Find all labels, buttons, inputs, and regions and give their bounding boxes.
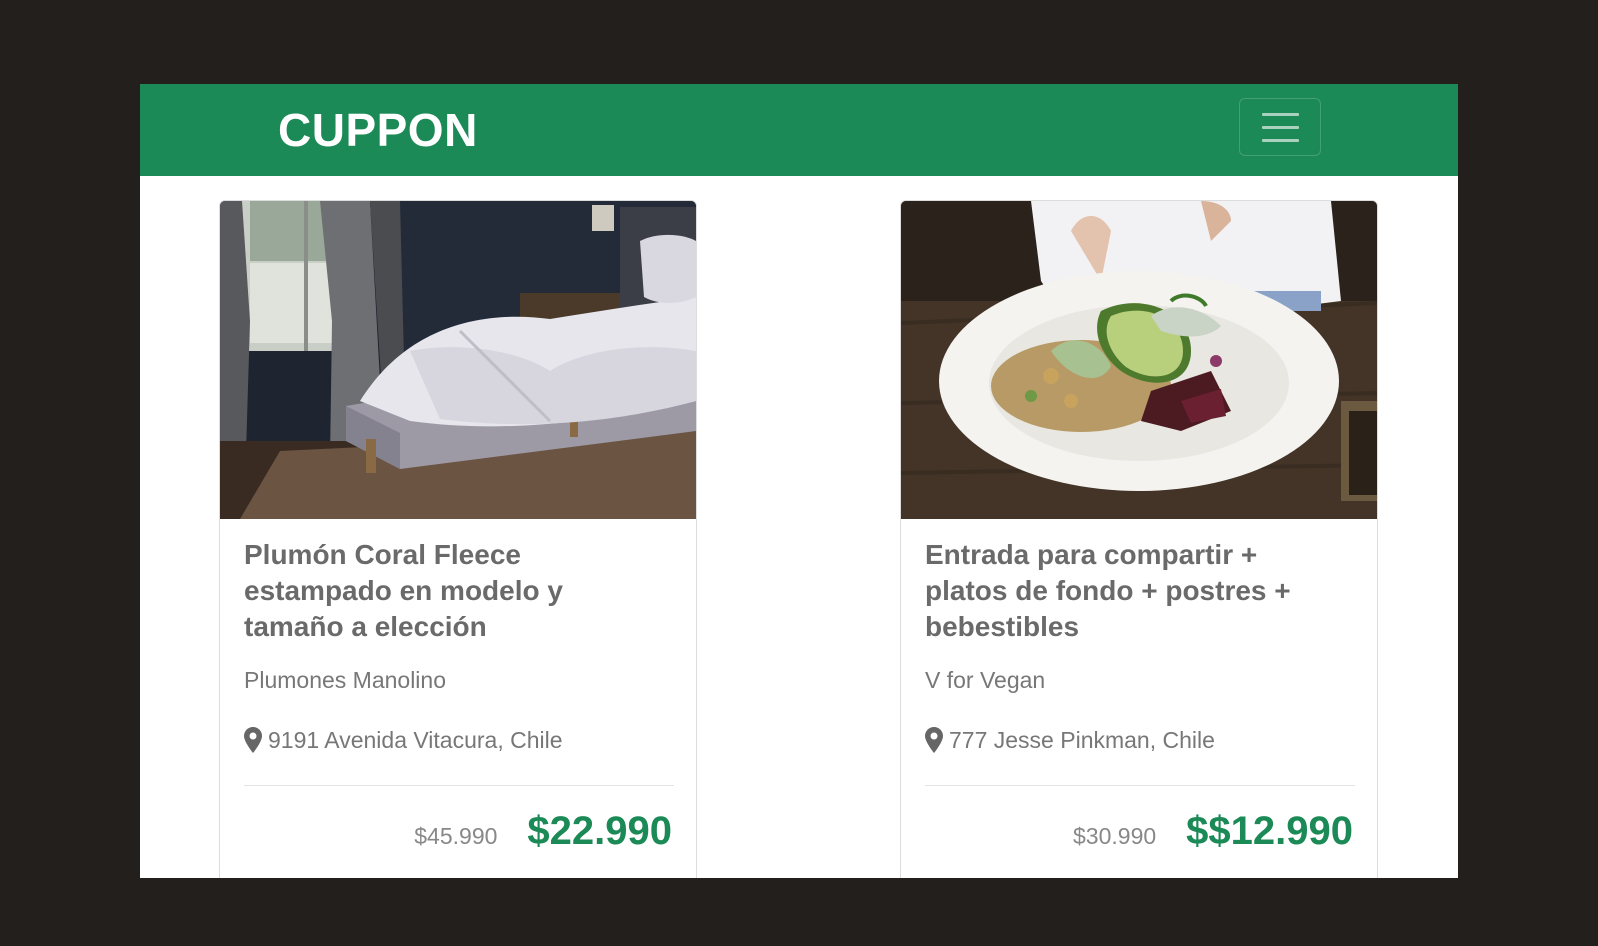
bedroom-bed-photo[interactable] xyxy=(220,201,696,519)
deal-location-text: 777 Jesse Pinkman, Chile xyxy=(949,727,1215,753)
deal-vendor: Plumones Manolino xyxy=(244,667,447,693)
deal-vendor: V for Vegan xyxy=(925,667,1046,693)
hamburger-menu-button[interactable] xyxy=(1239,98,1321,156)
deal-title[interactable]: Plumón Coral Fleece estampado en modelo … xyxy=(244,537,664,645)
hamburger-menu-icon-bar xyxy=(1261,138,1299,142)
deal-card[interactable]: Plumón Coral Fleece estampado en modelo … xyxy=(219,200,697,878)
map-pin-icon xyxy=(925,727,943,753)
navbar: CUPPON xyxy=(140,84,1458,176)
hamburger-menu-icon xyxy=(1261,112,1299,116)
deal-title[interactable]: Entrada para compartir + platos de fondo… xyxy=(925,537,1345,645)
deal-card[interactable]: Entrada para compartir + platos de fondo… xyxy=(900,200,1378,878)
deal-location-text: 9191 Avenida Vitacura, Chile xyxy=(268,727,563,753)
old-price: $30.990 xyxy=(1073,823,1157,849)
vegan-salad-bowl-photo[interactable] xyxy=(901,201,1377,519)
price-row: $45.990 $22.990 xyxy=(414,809,672,854)
app-frame: CUPPON Plumón Coral Fleece estampado en … xyxy=(140,84,1458,878)
deal-location: 777 Jesse Pinkman, Chile xyxy=(925,725,1215,755)
map-pin-icon xyxy=(244,727,262,753)
price-row: $30.990 $$12.990 xyxy=(1073,809,1353,854)
new-price: $$12.990 xyxy=(1186,809,1353,853)
card-divider xyxy=(244,785,674,786)
card-divider xyxy=(925,785,1355,786)
hamburger-menu-icon-bar xyxy=(1261,125,1299,129)
old-price: $45.990 xyxy=(414,823,498,849)
deal-location: 9191 Avenida Vitacura, Chile xyxy=(244,725,563,755)
new-price: $22.990 xyxy=(527,809,672,853)
brand-logo[interactable]: CUPPON xyxy=(278,102,478,158)
